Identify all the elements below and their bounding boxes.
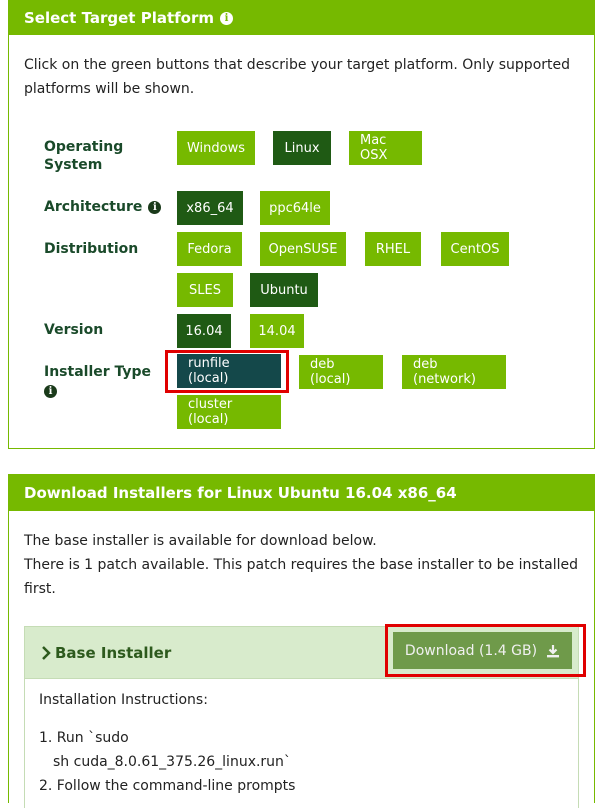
distro-label: Distribution: [44, 241, 139, 257]
version-option-1404[interactable]: 14.04: [250, 314, 304, 348]
select-platform-header: Select Target Platform i: [9, 1, 594, 35]
installation-instructions: Installation Instructions: 1. Run `sudo …: [24, 678, 579, 808]
info-icon[interactable]: i: [219, 11, 233, 25]
version-label: Version: [44, 322, 104, 338]
step1-prefix: 1. Run `sudo: [39, 730, 129, 746]
download-panel: Download Installers for Linux Ubuntu 16.…: [8, 474, 595, 808]
installer-label: Installer Type i: [44, 363, 154, 399]
distro-option-ubuntu[interactable]: Ubuntu: [250, 273, 318, 307]
os-label: Operating System: [44, 139, 124, 173]
chevron-right-icon: [42, 645, 51, 660]
arch-label-text: Architecture: [44, 199, 143, 215]
distro-option-centos[interactable]: CentOS: [441, 232, 509, 266]
arch-label: Architecture i: [44, 198, 162, 216]
arch-option-ppc64le[interactable]: ppc64le: [260, 191, 330, 225]
installer-highlight-box: [165, 350, 289, 393]
distro-option-opensuse[interactable]: OpenSUSE: [260, 232, 346, 266]
distro-option-fedora[interactable]: Fedora: [177, 232, 242, 266]
os-option-macosx[interactable]: Mac OSX: [349, 131, 422, 165]
step1-command: sh cuda_8.0.61_375.26_linux.run`: [53, 754, 291, 770]
base-installer-label: Base Installer: [55, 643, 172, 662]
select-platform-panel: Select Target Platform i Click on the gr…: [8, 0, 595, 449]
installer-option-deb-local[interactable]: deb (local): [299, 355, 383, 389]
arch-option-x86_64[interactable]: x86_64: [177, 191, 243, 225]
distro-option-sles[interactable]: SLES: [177, 273, 233, 307]
instruction-step-2: 2. Follow the command-line prompts: [39, 778, 296, 794]
base-installer-heading[interactable]: Base Installer: [41, 627, 171, 678]
instruction-step-1: 1. Run `sudo sh cuda_8.0.61_375.26_linux…: [39, 726, 291, 774]
info-icon[interactable]: i: [148, 200, 162, 214]
info-icon[interactable]: i: [44, 385, 57, 398]
instructions-heading: Installation Instructions:: [39, 692, 208, 708]
select-platform-title: Select Target Platform: [24, 9, 214, 27]
os-option-linux[interactable]: Linux: [273, 131, 331, 165]
os-option-windows[interactable]: Windows: [177, 131, 255, 165]
download-line2: There is 1 patch available. This patch r…: [24, 557, 578, 597]
distro-option-rhel[interactable]: RHEL: [365, 232, 421, 266]
installer-label-text: Installer Type: [44, 364, 152, 380]
select-platform-description: Click on the green buttons that describe…: [24, 57, 570, 97]
installer-option-cluster-local[interactable]: cluster (local): [177, 395, 281, 429]
download-header: Download Installers for Linux Ubuntu 16.…: [9, 475, 594, 511]
download-title: Download Installers for Linux Ubuntu 16.…: [24, 484, 457, 502]
version-option-1604[interactable]: 16.04: [177, 314, 231, 348]
installer-option-deb-network[interactable]: deb (network): [402, 355, 506, 389]
download-highlight-box: [385, 624, 586, 677]
download-line1: The base installer is available for down…: [24, 533, 377, 549]
